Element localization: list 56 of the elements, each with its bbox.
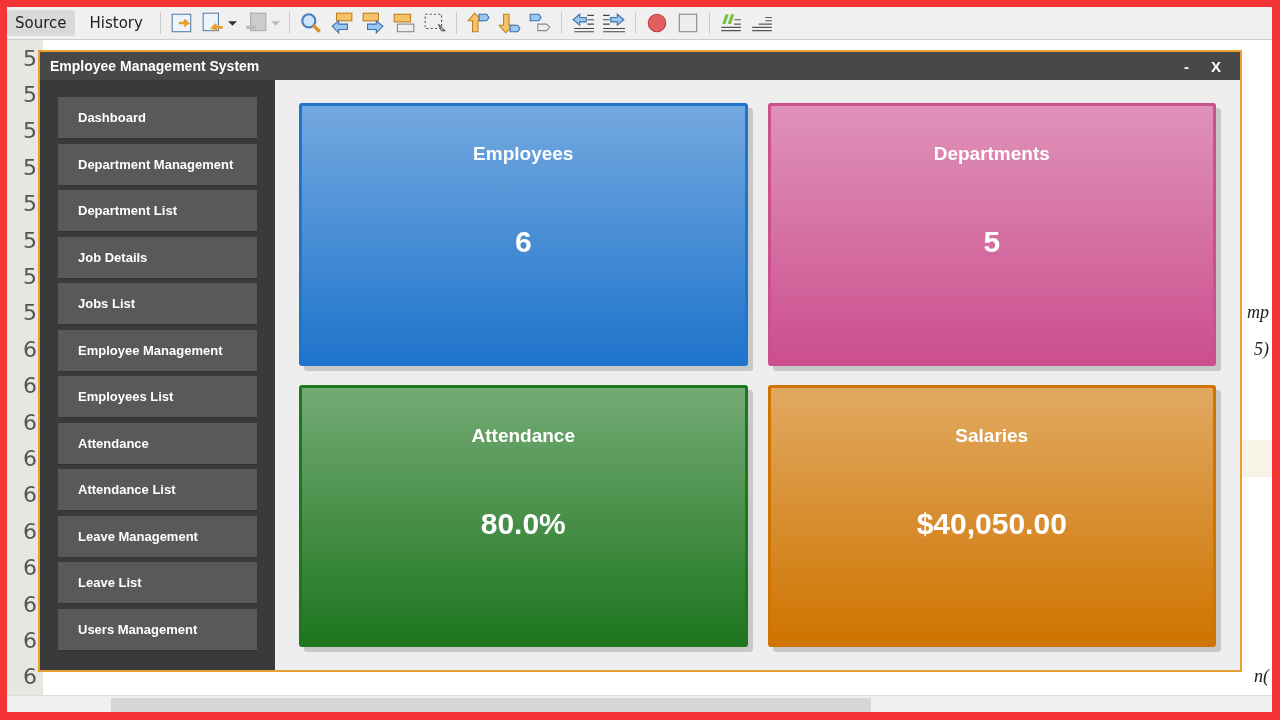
editor-tab[interactable]: History — [81, 10, 151, 36]
line-number: 6 — [22, 446, 37, 471]
arrow-down-icon[interactable] — [496, 11, 521, 35]
shift-left-icon[interactable] — [570, 11, 595, 35]
code-text: 5) — [1254, 338, 1270, 360]
card-value: 80.0% — [480, 506, 566, 541]
card-value: $40,050.00 — [916, 506, 1067, 541]
card-title: Salaries — [955, 424, 1029, 447]
arrow-up-icon[interactable] — [465, 11, 490, 35]
line-number: 6 — [22, 518, 37, 544]
line-number: 5 — [22, 154, 37, 180]
sidebar-item[interactable]: Department Management — [58, 143, 257, 186]
editor-tab[interactable]: Source — [7, 10, 75, 36]
sidebar-item[interactable]: Leave Management — [58, 515, 257, 558]
line-number: 5 — [22, 264, 37, 290]
card-title: Attendance — [471, 424, 575, 447]
line-number: 5 — [22, 227, 37, 253]
line-number: 6 — [22, 482, 37, 508]
line-number: 6 — [22, 336, 37, 362]
line-number: 6 — [22, 555, 37, 581]
card-value: 5 — [983, 225, 1001, 259]
code-text: n( — [1254, 666, 1271, 688]
highlight-icon[interactable] — [391, 11, 416, 35]
sidebar-item[interactable]: Employee Management — [58, 329, 257, 372]
line-number: 5 — [22, 82, 37, 108]
line-number: 5 — [22, 300, 37, 326]
sidebar-item[interactable]: Jobs List — [58, 283, 257, 325]
code-text: mp — [1247, 302, 1270, 324]
sidebar-item[interactable]: Users Management — [58, 608, 257, 651]
window-control[interactable]: X — [1202, 57, 1230, 75]
search-icon[interactable] — [298, 11, 323, 35]
caret-icon[interactable] — [227, 18, 237, 28]
sidebar-item[interactable]: Employees List — [58, 376, 257, 418]
card-title: Employees — [473, 143, 574, 165]
line-number: 5 — [22, 191, 37, 217]
line-number: 6 — [22, 627, 37, 653]
sidebar-item[interactable]: Department List — [58, 190, 257, 232]
line-number: 6 — [22, 591, 37, 617]
line-number: 5 — [22, 45, 37, 71]
sidebar-item[interactable]: Attendance List — [58, 469, 257, 511]
sidebar-item[interactable]: Dashboard — [58, 97, 257, 139]
shift-right-icon[interactable] — [601, 11, 626, 35]
window-control[interactable]: - — [1175, 57, 1198, 75]
sidebar-item[interactable]: Attendance — [58, 422, 257, 465]
line-number: 6 — [22, 409, 37, 435]
window-title: Employee Management System — [50, 58, 261, 74]
line-number: 6 — [22, 373, 37, 399]
sidebar-item[interactable]: Job Details — [58, 236, 257, 279]
line-number: 6 — [22, 664, 37, 690]
card-value: 6 — [514, 225, 532, 259]
line-number: 5 — [22, 118, 37, 144]
arrow-right-icon[interactable] — [360, 11, 385, 35]
arrow-left-icon[interactable] — [329, 11, 354, 35]
sidebar-item[interactable]: Leave List — [58, 562, 257, 604]
card-title: Departments — [933, 143, 1050, 165]
horizontal-scrollbar[interactable] — [7, 695, 1272, 712]
